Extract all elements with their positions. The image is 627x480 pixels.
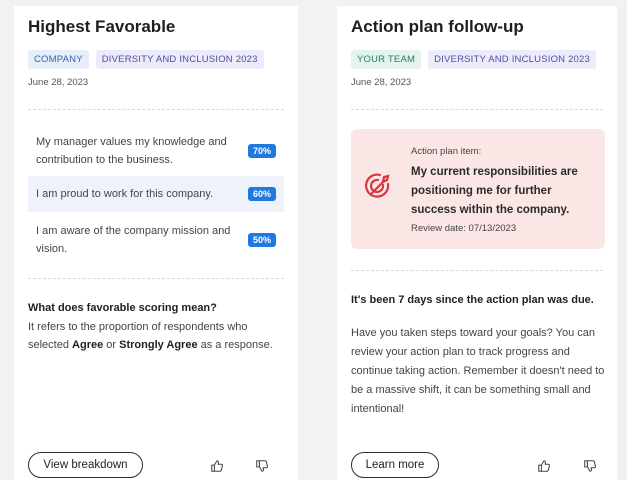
tag-survey: DIVERSITY AND INCLUSION 2023	[428, 50, 597, 69]
action-plan-title: My current responsibilities are position…	[411, 166, 578, 216]
action-plan-card: Action plan follow-up YOUR TEAM DIVERSIT…	[337, 6, 617, 480]
percent-badge: 70%	[247, 144, 276, 158]
favorable-item-text: I am proud to work for this company.	[36, 188, 214, 200]
thumbs-down-icon[interactable]	[255, 459, 269, 473]
explain-text: It refers to the proportion of responden…	[28, 321, 273, 351]
target-icon	[361, 169, 395, 203]
percent-badge: 50%	[247, 233, 276, 247]
tag-list: YOUR TEAM DIVERSITY AND INCLUSION 2023	[351, 50, 597, 69]
view-breakdown-button[interactable]: View breakdown	[28, 452, 143, 478]
explain-title: What does favorable scoring mean?	[28, 302, 217, 314]
thumbs-up-icon[interactable]	[210, 459, 224, 473]
percent-badge: 60%	[247, 187, 276, 201]
review-date: Review date: 07/13/2023	[411, 223, 517, 234]
favorable-item[interactable]: My manager values my knowledge and contr…	[28, 131, 284, 171]
tag-your-team: YOUR TEAM	[351, 50, 422, 69]
divider	[28, 109, 284, 110]
favorable-item[interactable]: I am proud to work for this company. 60%	[28, 176, 284, 212]
card-date: June 28, 2023	[351, 77, 412, 88]
learn-more-button[interactable]: Learn more	[351, 452, 439, 478]
favorable-item-text: I am aware of the company mission and vi…	[36, 225, 231, 255]
tag-company: COMPANY	[28, 50, 89, 69]
card-date: June 28, 2023	[28, 77, 89, 88]
divider	[351, 109, 603, 110]
divider	[351, 270, 603, 271]
action-plan-item-box[interactable]: Action plan item: My current responsibil…	[351, 129, 605, 249]
due-title: It's been 7 days since the action plan w…	[351, 294, 594, 306]
favorable-item-text: My manager values my knowledge and contr…	[36, 136, 227, 166]
card-title: Action plan follow-up	[351, 17, 524, 36]
highest-favorable-card: Highest Favorable COMPANY DIVERSITY AND …	[14, 6, 298, 480]
card-title: Highest Favorable	[28, 17, 176, 36]
favorable-item[interactable]: I am aware of the company mission and vi…	[28, 220, 284, 260]
action-plan-label: Action plan item:	[411, 146, 482, 157]
due-text: Have you taken steps toward your goals? …	[351, 327, 605, 415]
thumbs-up-icon[interactable]	[537, 459, 551, 473]
tag-list: COMPANY DIVERSITY AND INCLUSION 2023	[28, 50, 264, 69]
thumbs-down-icon[interactable]	[583, 459, 597, 473]
tag-survey: DIVERSITY AND INCLUSION 2023	[95, 50, 264, 69]
divider	[28, 278, 284, 279]
